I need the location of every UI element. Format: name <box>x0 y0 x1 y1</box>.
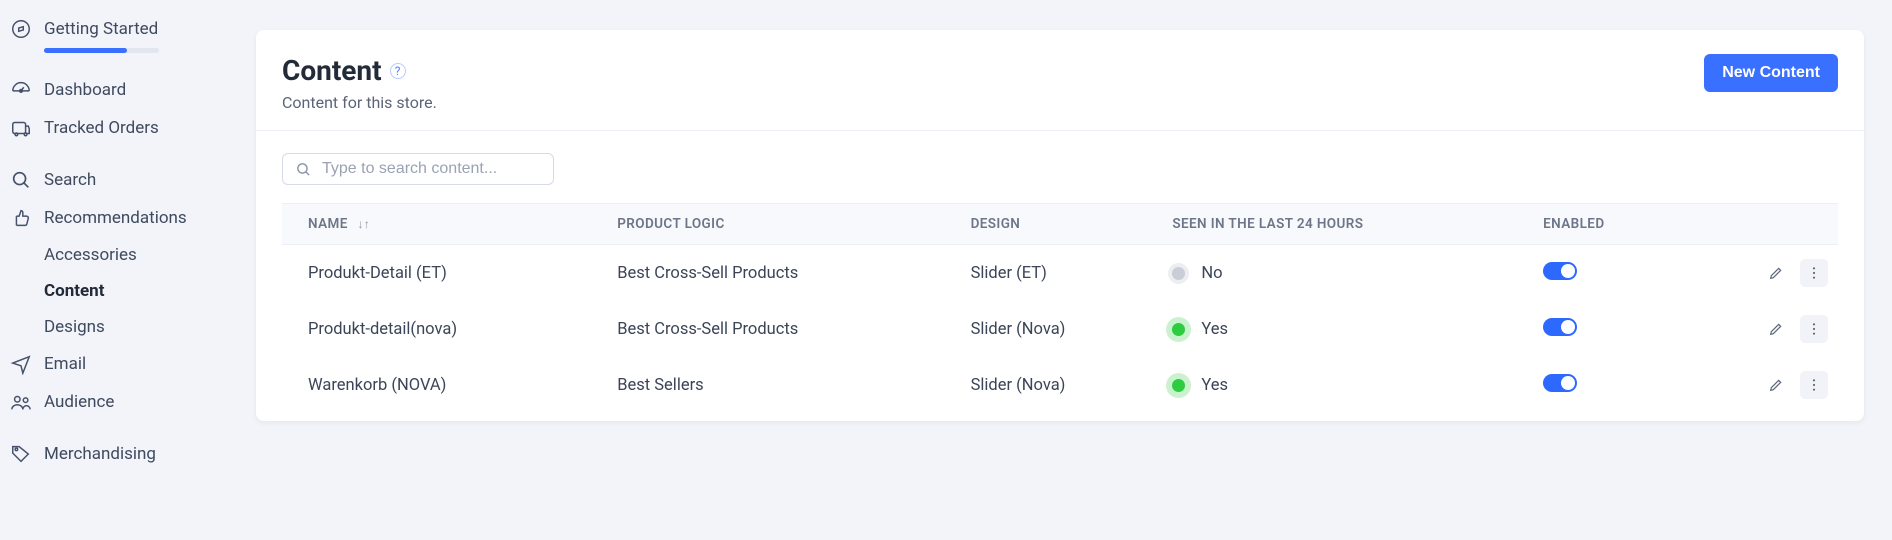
sidebar-item-label: Getting Started <box>44 19 158 39</box>
status-dot-icon <box>1172 379 1185 392</box>
enabled-toggle[interactable] <box>1543 318 1577 336</box>
more-button[interactable] <box>1800 315 1828 343</box>
search-input[interactable] <box>322 160 541 178</box>
new-content-button[interactable]: New Content <box>1704 54 1838 92</box>
sidebar-item-tracked-orders[interactable]: Tracked Orders <box>0 109 228 147</box>
cell-design: Slider (ET) <box>961 245 1163 302</box>
search-icon <box>295 161 312 178</box>
cell-design: Slider (Nova) <box>961 357 1163 413</box>
sidebar-item-search[interactable]: Search <box>0 161 228 199</box>
table-row[interactable]: Produkt-Detail (ET) Best Cross-Sell Prod… <box>282 245 1838 302</box>
enabled-toggle[interactable] <box>1543 262 1577 280</box>
sidebar-item-email[interactable]: Email <box>0 345 228 383</box>
table-row[interactable]: Produkt-detail(nova) Best Cross-Sell Pro… <box>282 301 1838 357</box>
cell-name: Produkt-detail(nova) <box>282 301 607 357</box>
sidebar-item-label: Recommendations <box>44 208 187 228</box>
col-enabled[interactable]: Enabled <box>1533 204 1676 245</box>
sidebar-item-label: Designs <box>44 317 105 337</box>
cell-enabled <box>1533 245 1676 302</box>
cell-logic: Best Cross-Sell Products <box>607 245 960 302</box>
getting-started-progress <box>0 48 228 57</box>
sidebar-item-label: Tracked Orders <box>44 118 159 138</box>
card-header: Content ? Content for this store. New Co… <box>256 30 1864 131</box>
edit-button[interactable] <box>1762 371 1790 399</box>
send-icon <box>10 353 44 375</box>
sidebar-item-label: Accessories <box>44 245 137 265</box>
sidebar-item-content[interactable]: Content <box>44 273 228 309</box>
cell-logic: Best Cross-Sell Products <box>607 301 960 357</box>
sidebar-item-label: Audience <box>44 392 114 412</box>
sidebar-item-dashboard[interactable]: Dashboard <box>0 71 228 109</box>
col-name[interactable]: Name ↓↑ <box>282 204 607 245</box>
cell-seen: Yes <box>1162 357 1533 413</box>
sidebar-item-accessories[interactable]: Accessories <box>44 237 228 273</box>
edit-button[interactable] <box>1762 315 1790 343</box>
cell-seen: Yes <box>1162 301 1533 357</box>
thumbs-up-icon <box>10 207 44 229</box>
cell-design: Slider (Nova) <box>961 301 1163 357</box>
sidebar-item-label: Search <box>44 170 96 190</box>
edit-button[interactable] <box>1762 259 1790 287</box>
sidebar-item-merchandising[interactable]: Merchandising <box>0 435 228 473</box>
more-button[interactable] <box>1800 259 1828 287</box>
dashboard-icon <box>10 79 44 101</box>
sidebar-item-recommendations[interactable]: Recommendations <box>0 199 228 237</box>
page-title: Content <box>282 54 382 87</box>
sidebar-item-label: Email <box>44 354 86 374</box>
sidebar-item-designs[interactable]: Designs <box>44 309 228 345</box>
more-button[interactable] <box>1800 371 1828 399</box>
search-icon <box>10 169 44 191</box>
cell-enabled <box>1533 357 1676 413</box>
status-dot-icon <box>1172 267 1185 280</box>
content-table: Name ↓↑ Product Logic Design Seen in the… <box>282 203 1838 413</box>
sidebar-item-audience[interactable]: Audience <box>0 383 228 421</box>
sidebar-item-label: Content <box>44 281 104 301</box>
sidebar-item-getting-started[interactable]: Getting Started <box>0 10 228 48</box>
cell-enabled <box>1533 301 1676 357</box>
audience-icon <box>10 391 44 413</box>
page-subtitle: Content for this store. <box>282 93 437 112</box>
compass-icon <box>10 18 44 40</box>
table-row[interactable]: Warenkorb (NOVA) Best Sellers Slider (No… <box>282 357 1838 413</box>
tag-icon <box>10 443 44 465</box>
col-product-logic[interactable]: Product Logic <box>607 204 960 245</box>
col-seen[interactable]: Seen in the last 24 hours <box>1162 204 1533 245</box>
help-icon[interactable]: ? <box>390 63 406 79</box>
sidebar-item-label: Merchandising <box>44 444 156 464</box>
cell-name: Produkt-Detail (ET) <box>282 245 607 302</box>
main: Content ? Content for this store. New Co… <box>228 0 1892 540</box>
cell-seen: No <box>1162 245 1533 302</box>
sort-icon: ↓↑ <box>357 217 370 231</box>
col-name-label: Name <box>308 216 348 232</box>
sidebar-item-label: Dashboard <box>44 80 126 100</box>
cell-name: Warenkorb (NOVA) <box>282 357 607 413</box>
cell-logic: Best Sellers <box>607 357 960 413</box>
search-box[interactable] <box>282 153 554 185</box>
content-card: Content ? Content for this store. New Co… <box>256 30 1864 421</box>
col-design[interactable]: Design <box>961 204 1163 245</box>
status-dot-icon <box>1172 323 1185 336</box>
orders-icon <box>10 117 44 139</box>
sidebar: Getting Started Dashboard Tracked Orders… <box>0 0 228 540</box>
enabled-toggle[interactable] <box>1543 374 1577 392</box>
